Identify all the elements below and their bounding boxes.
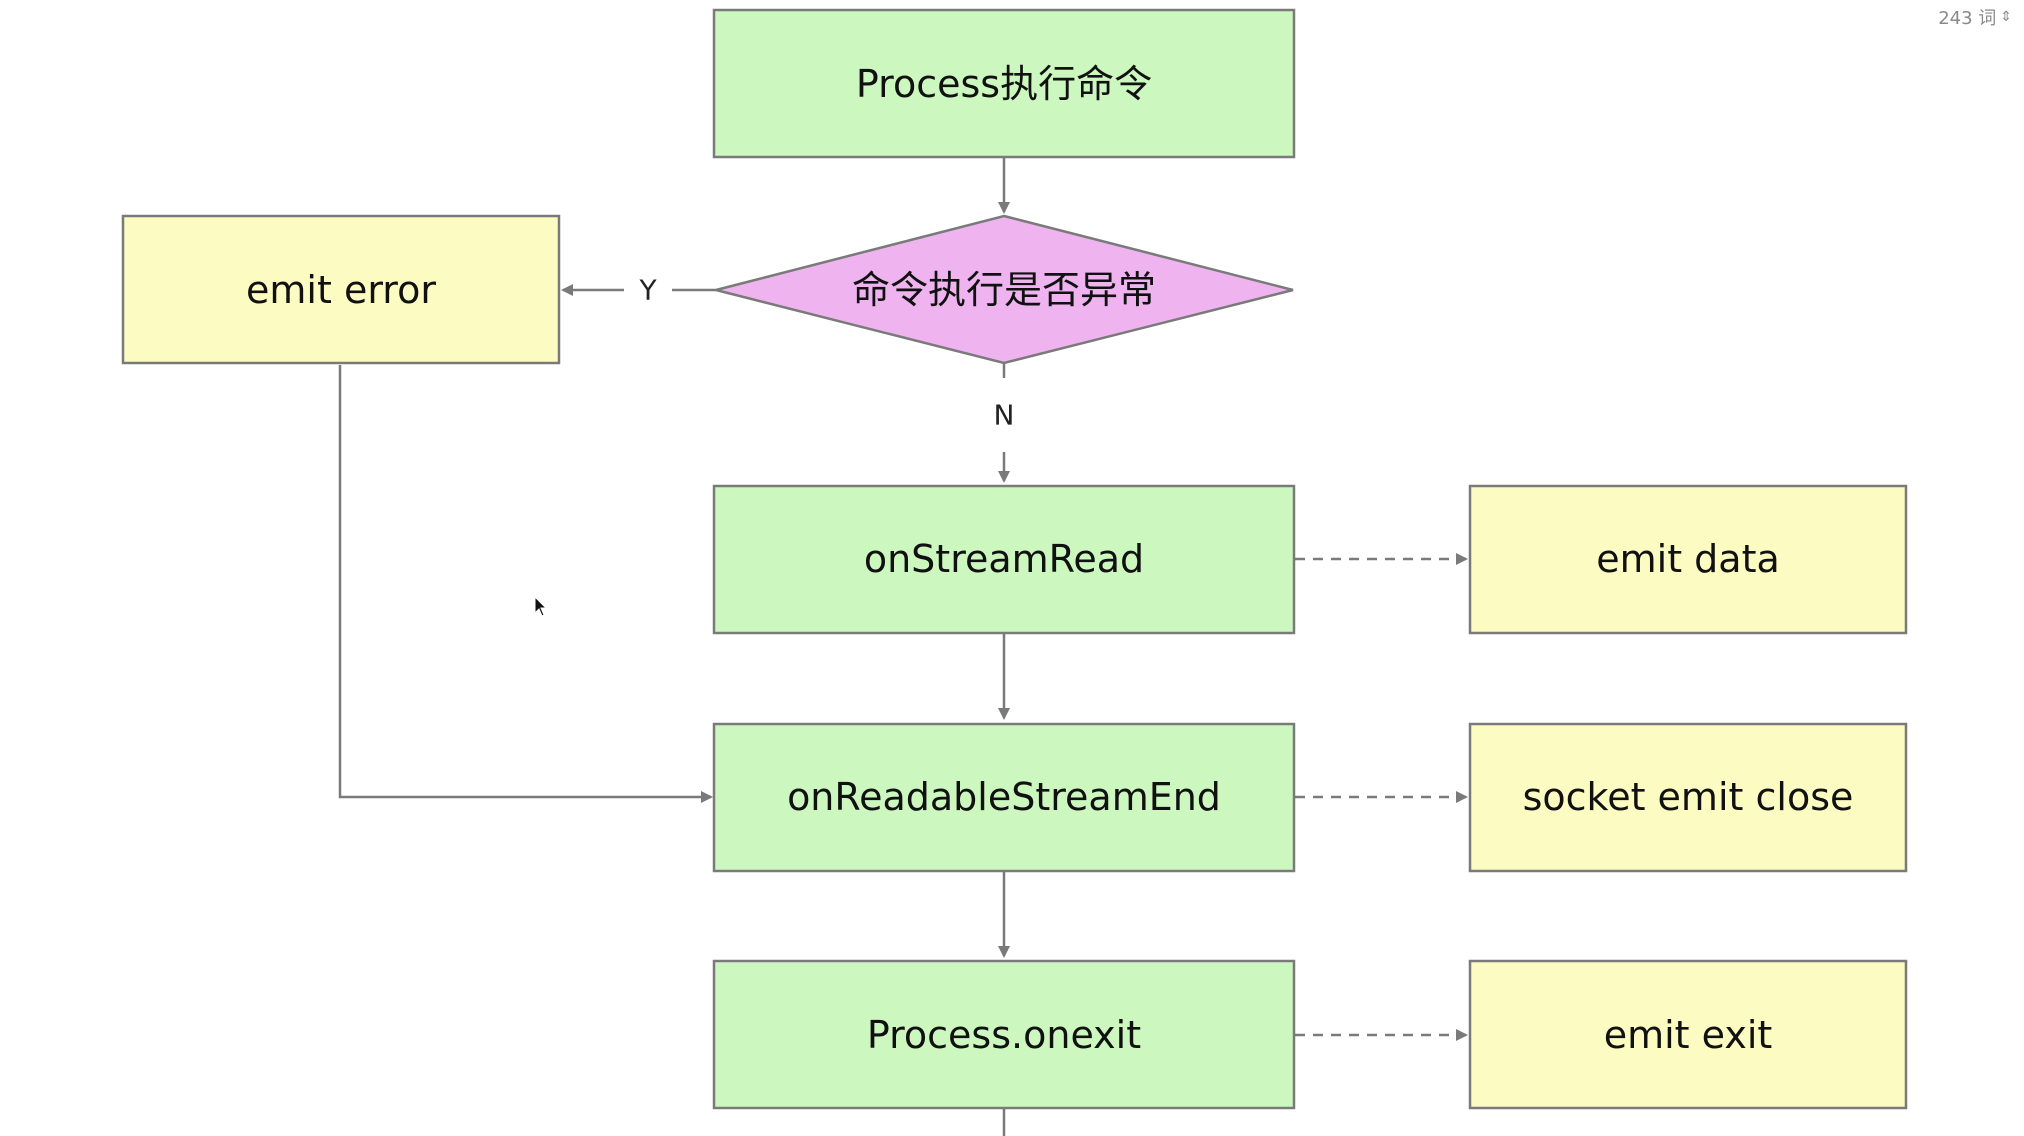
node-emit-error-label: emit error xyxy=(246,268,436,312)
node-process-start-label: Process执行命令 xyxy=(856,62,1152,106)
node-emit-exit: emit exit xyxy=(1468,959,1908,1110)
node-process-start: Process执行命令 xyxy=(712,8,1296,159)
flowchart-canvas: Y N Process执行命令 命令执行是否异常 emit error onSt… xyxy=(0,0,2024,1136)
word-count-indicator[interactable]: 243 词 ⇕ xyxy=(1938,4,2012,30)
node-on-stream-read-label: onStreamRead xyxy=(864,537,1144,581)
node-decision-exception: 命令执行是否异常 xyxy=(715,214,1294,365)
node-decision-exception-label: 命令执行是否异常 xyxy=(852,268,1156,312)
updown-chevron-icon[interactable]: ⇕ xyxy=(2000,9,2012,25)
word-count-label: 243 词 xyxy=(1938,8,1997,29)
mouse-pointer-icon xyxy=(534,596,548,617)
flowchart-diagram: Y N Process执行命令 命令执行是否异常 emit error onSt… xyxy=(121,8,1908,1136)
node-emit-data: emit data xyxy=(1468,484,1908,635)
node-socket-emit-close: socket emit close xyxy=(1468,722,1908,873)
node-process-onexit-label: Process.onexit xyxy=(867,1013,1141,1057)
node-emit-data-label: emit data xyxy=(1596,537,1780,581)
node-on-stream-read: onStreamRead xyxy=(712,484,1296,635)
edge-label-no: N xyxy=(994,399,1015,432)
edge-label-yes: Y xyxy=(638,274,657,307)
node-on-readable-stream-end: onReadableStreamEnd xyxy=(712,722,1296,873)
node-socket-emit-close-label: socket emit close xyxy=(1523,775,1854,819)
edge-emit-error-to-stream-end xyxy=(338,365,713,803)
node-emit-exit-label: emit exit xyxy=(1604,1013,1773,1057)
node-on-readable-stream-end-label: onReadableStreamEnd xyxy=(787,775,1221,819)
node-emit-error: emit error xyxy=(121,214,561,365)
node-process-onexit: Process.onexit xyxy=(712,959,1296,1110)
